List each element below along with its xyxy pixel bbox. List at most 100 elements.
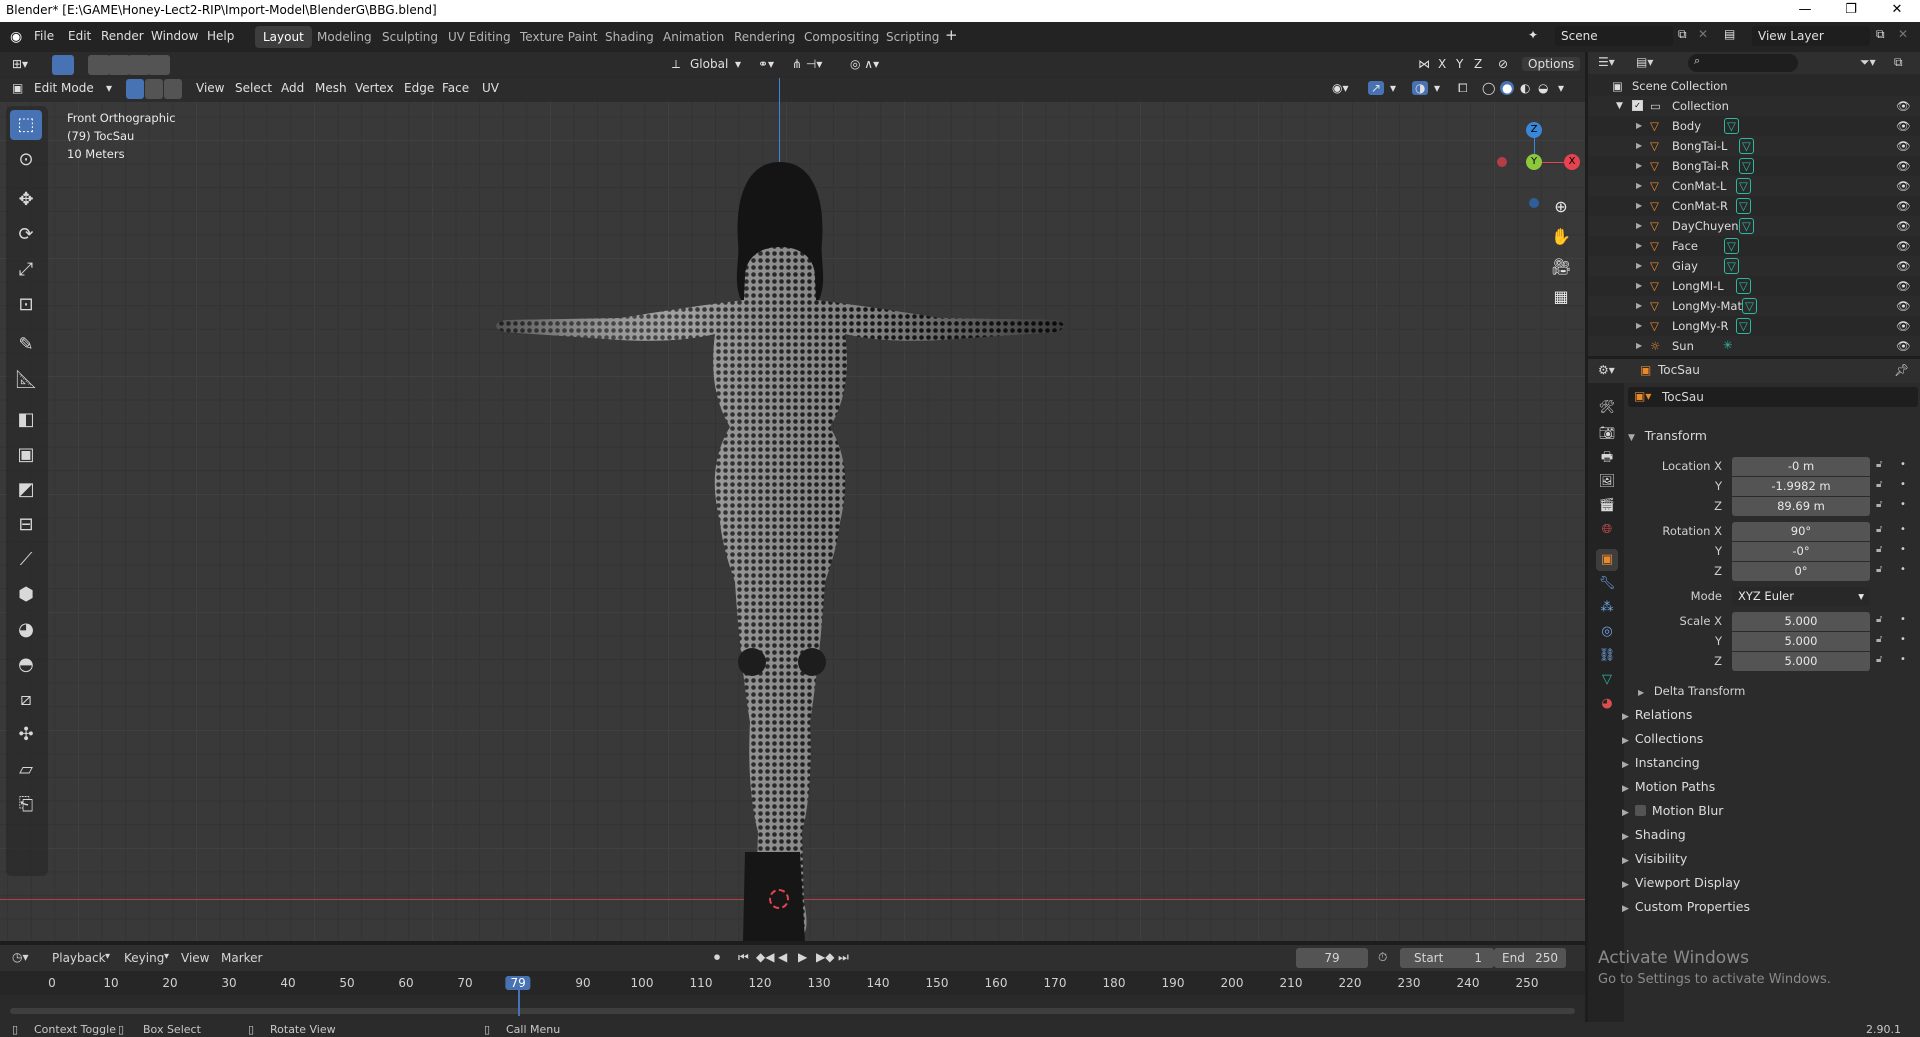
outliner-row[interactable]: ▶ ▽ ConMat-L ▽ 👁︎: [1588, 176, 1920, 196]
outliner-row[interactable]: ▶ ▽ Body ▽ 👁︎: [1588, 116, 1920, 136]
expand-arrow-icon[interactable]: ▶: [1636, 256, 1642, 276]
eye-icon[interactable]: 👁︎: [1896, 176, 1911, 196]
tab-modeling[interactable]: Modeling: [309, 26, 380, 48]
xray-icon[interactable]: ⧠: [1458, 81, 1468, 96]
filter-icon[interactable]: ⏷▾: [1860, 55, 1876, 70]
menu-face[interactable]: Face: [442, 81, 469, 95]
chevron-down-icon[interactable]: ▾: [1558, 81, 1564, 95]
expand-arrow-icon[interactable]: ▶: [1636, 196, 1642, 216]
mesh-data-icon[interactable]: ▽: [1739, 158, 1754, 174]
clock-icon[interactable]: ◷▾: [12, 950, 29, 964]
collection-checkbox[interactable]: ✓: [1632, 100, 1643, 111]
eye-icon[interactable]: 👁︎: [1896, 136, 1911, 156]
keyframe-dot-icon[interactable]: •: [1900, 524, 1906, 535]
start-frame-field[interactable]: Start 1: [1400, 948, 1494, 968]
menu-view[interactable]: View: [196, 81, 224, 95]
expand-arrow-icon[interactable]: ▶: [1636, 116, 1642, 136]
menu-mesh[interactable]: Mesh: [315, 81, 347, 95]
motion-blur-checkbox[interactable]: [1634, 805, 1646, 816]
mesh-data-icon[interactable]: ▽: [1736, 198, 1751, 214]
minimize-icon[interactable]: —: [1782, 0, 1828, 22]
outliner-row[interactable]: ▶ ☼ Sun ✳ 👁︎: [1588, 336, 1920, 356]
panel-instancing[interactable]: ▶ Instancing: [1622, 755, 1700, 770]
tab-shading[interactable]: Shading: [597, 26, 662, 48]
scale-x-field[interactable]: 5.000: [1732, 612, 1870, 631]
outliner-row-scene-collection[interactable]: ▣ Scene Collection: [1588, 76, 1920, 96]
wireframe-shading-icon[interactable]: ◯: [1482, 81, 1495, 95]
outliner-row[interactable]: ▶ ▽ BongTai-R ▽ 👁︎: [1588, 156, 1920, 176]
delta-transform-subpanel[interactable]: ▶ Delta Transform: [1638, 684, 1745, 698]
rotate-tool-icon[interactable]: ⟳: [10, 220, 42, 250]
eye-icon[interactable]: 👁︎: [1896, 296, 1911, 316]
panel-custom-properties[interactable]: ▶ Custom Properties: [1622, 899, 1750, 914]
menu-marker[interactable]: Marker: [221, 951, 262, 965]
playhead-line[interactable]: [518, 986, 520, 1016]
location-x-field[interactable]: -0 m: [1732, 457, 1870, 476]
3d-cursor-icon[interactable]: [769, 889, 789, 909]
delete-scene-icon[interactable]: ✕: [1698, 27, 1708, 41]
visibility-icon[interactable]: ◉▾: [1332, 81, 1349, 95]
eye-icon[interactable]: 👁︎: [1896, 96, 1911, 116]
keyframe-dot-icon[interactable]: •: [1900, 544, 1906, 555]
panel-relations[interactable]: ▶ Relations: [1622, 707, 1692, 722]
menu-select[interactable]: Select: [235, 81, 272, 95]
outliner-row[interactable]: ▶ ▽ BongTai-L ▽ 👁︎: [1588, 136, 1920, 156]
poly-build-tool-icon[interactable]: ⬢: [10, 580, 42, 610]
rotation-mode-select[interactable]: XYZ Euler ▾: [1732, 587, 1870, 606]
eye-icon[interactable]: 👁︎: [1896, 316, 1911, 336]
shear-tool-icon[interactable]: ▱: [10, 755, 42, 785]
menu-edit[interactable]: Edit: [68, 29, 91, 43]
eye-icon[interactable]: 👁︎: [1896, 216, 1911, 236]
expand-arrow-icon[interactable]: ▶: [1636, 156, 1642, 176]
mesh-data-icon[interactable]: ▽: [1739, 138, 1754, 154]
chevron-down-icon[interactable]: ▾: [735, 57, 741, 71]
scene-tab-icon[interactable]: 🎬︎: [1596, 495, 1618, 517]
pivot-icon[interactable]: ⚭▾: [758, 57, 774, 71]
material-shading-icon[interactable]: ◐: [1520, 81, 1530, 95]
new-scene-icon[interactable]: ⧉: [1678, 27, 1687, 42]
chevron-down-icon[interactable]: ▾: [106, 81, 112, 95]
lock-icon[interactable]: 🔓︎: [1876, 614, 1882, 625]
tab-layout[interactable]: Layout: [255, 26, 312, 48]
axis-x-toggle[interactable]: X: [1438, 57, 1446, 71]
light-data-icon[interactable]: ✳: [1721, 338, 1735, 352]
panel-motion-blur[interactable]: ▶ Motion Blur: [1622, 803, 1723, 818]
close-icon[interactable]: ✕: [1874, 0, 1920, 22]
gizmo-neg-x[interactable]: [1497, 157, 1507, 167]
panel-visibility[interactable]: ▶ Visibility: [1622, 851, 1687, 866]
outliner-row[interactable]: ▶ ▽ ConMat-R ▽ 👁︎: [1588, 196, 1920, 216]
view-layer-selector[interactable]: View Layer: [1752, 26, 1870, 46]
keyframe-dot-icon[interactable]: •: [1900, 654, 1906, 665]
mesh-data-icon[interactable]: ▽: [1742, 298, 1757, 314]
scene-selector[interactable]: Scene: [1555, 26, 1673, 46]
chevron-down-icon[interactable]: ▾: [1390, 81, 1396, 95]
select-mode-new[interactable]: [88, 55, 110, 75]
keyframe-dot-icon[interactable]: •: [1900, 614, 1906, 625]
panel-shading[interactable]: ▶ Shading: [1622, 827, 1686, 842]
lock-icon[interactable]: 🔓︎: [1876, 479, 1882, 490]
snap-icon[interactable]: ⋔ ⊣▾: [792, 57, 822, 71]
expand-arrow-icon[interactable]: ▶: [1636, 296, 1642, 316]
pan-hand-icon[interactable]: ✋: [1548, 224, 1574, 250]
tab-compositing[interactable]: Compositing: [796, 26, 887, 48]
mesh-data-icon[interactable]: ▽: [1724, 258, 1739, 274]
annotate-tool-icon[interactable]: ✎: [10, 330, 42, 360]
output-tab-icon[interactable]: 🖶︎: [1596, 447, 1618, 469]
gizmo-toggle-icon[interactable]: ↗: [1368, 81, 1385, 95]
rip-tool-icon[interactable]: ⎗: [10, 790, 42, 820]
scale-tool-icon[interactable]: ⤢: [10, 255, 42, 285]
lock-icon[interactable]: 🔓︎: [1876, 634, 1882, 645]
smooth-tool-icon[interactable]: ◓: [10, 650, 42, 680]
transform-orientation[interactable]: Global: [690, 57, 728, 71]
outliner-row-collection[interactable]: ▼ ✓ ▭ Collection 👁︎: [1588, 96, 1920, 116]
gizmo-x[interactable]: X: [1564, 154, 1580, 170]
proportional-edit-icon[interactable]: ◎ ∧▾: [850, 57, 879, 71]
material-tab-icon[interactable]: ◕: [1596, 693, 1618, 715]
move-tool-icon[interactable]: ✥: [10, 185, 42, 215]
select-mode-subtract[interactable]: [128, 55, 150, 75]
end-frame-field[interactable]: End 250: [1494, 948, 1566, 968]
mesh-data-icon[interactable]: ▽: [1724, 238, 1739, 254]
eye-icon[interactable]: 👁︎: [1896, 276, 1911, 296]
extrude-tool-icon[interactable]: ◧: [10, 405, 42, 435]
view-layer-icon[interactable]: ▤: [1724, 27, 1735, 41]
